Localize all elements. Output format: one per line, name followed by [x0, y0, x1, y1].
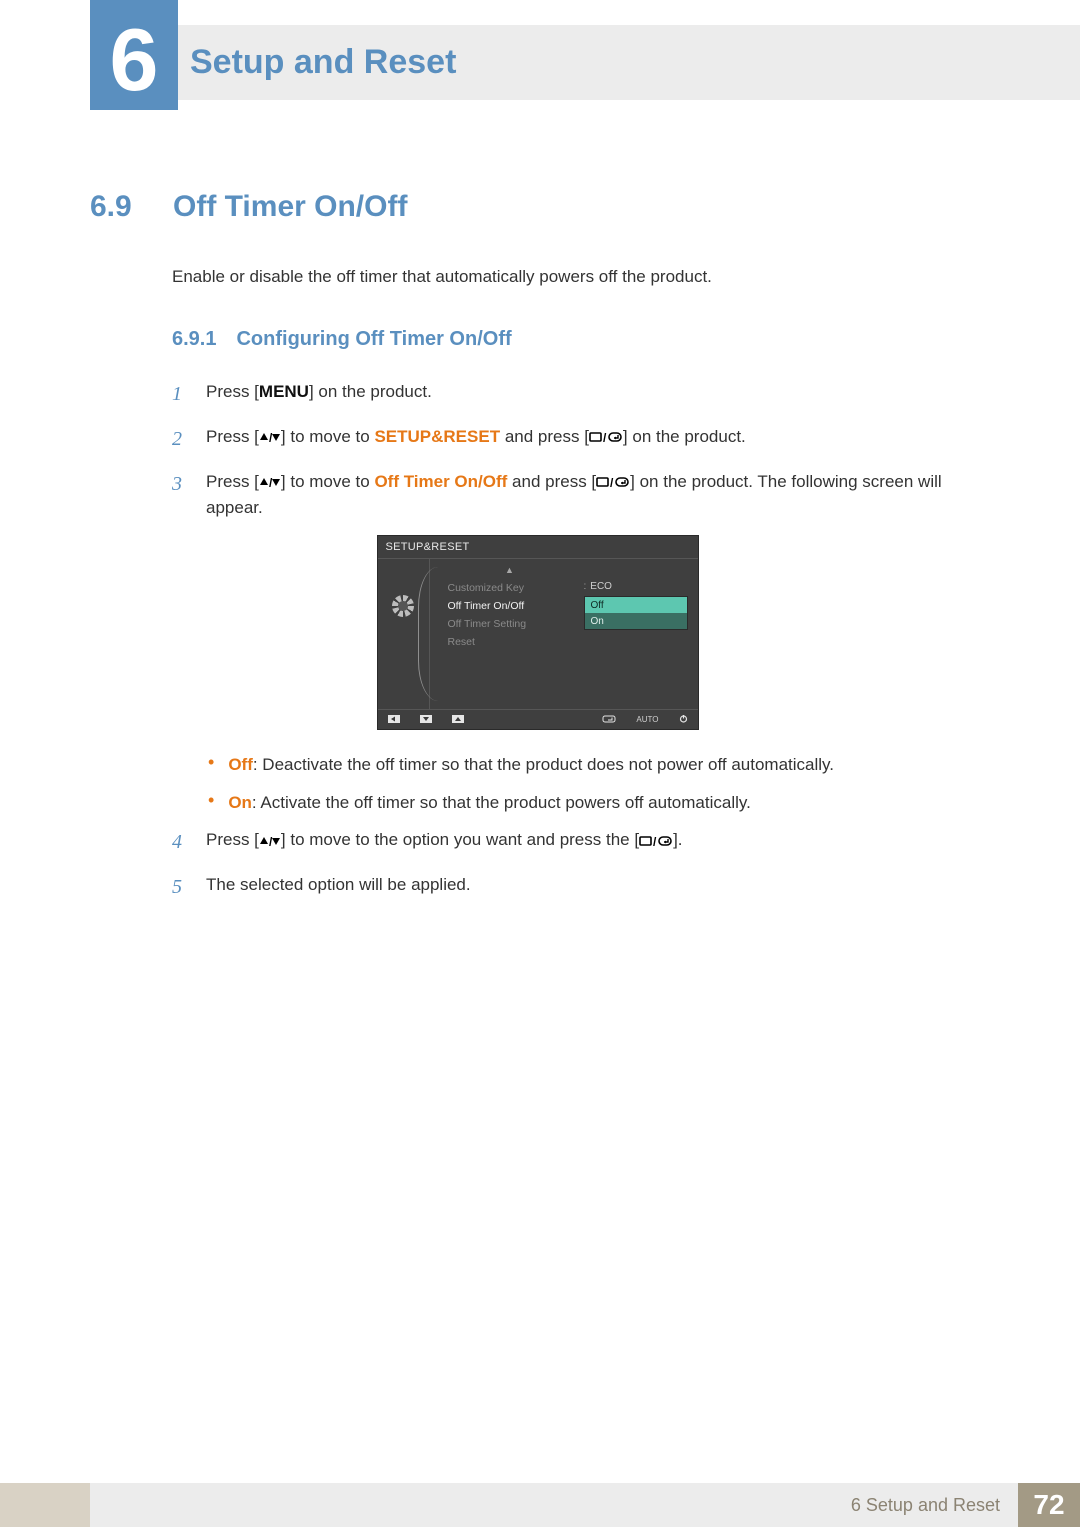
text: ]. [673, 830, 682, 849]
chapter-number-badge: 6 [90, 0, 178, 110]
osd-body: ▲ Customized Key Off Timer On/Off Off Ti… [378, 559, 698, 709]
section-intro: Enable or disable the off timer that aut… [172, 264, 985, 290]
text: ] to move to [281, 427, 375, 446]
step-3: 3 Press [ / ] to move to Off Timer On/Off … [172, 469, 985, 522]
section-heading: 6.9 Off Timer On/Off [90, 190, 985, 224]
osd-value-eco: :ECO [584, 581, 688, 592]
footer-label: 6 Setup and Reset [851, 1495, 1000, 1516]
svg-text:/: / [610, 476, 614, 489]
svg-text:/: / [269, 431, 273, 443]
osd-screenshot: SETUP&RESET ▲ Customized Key Off Timer O… [377, 535, 699, 730]
osd-menu: ▲ Customized Key Off Timer On/Off Off Ti… [430, 559, 580, 709]
source-enter-icon: / [639, 834, 673, 848]
step-number: 2 [172, 424, 188, 455]
text: ] on the product. [623, 427, 746, 446]
text: : Deactivate the off timer so that the p… [253, 755, 834, 774]
osd-item-off-timer-onoff: Off Timer On/Off [448, 597, 572, 615]
up-down-icon: / [259, 476, 281, 488]
bullet-on: • On: Activate the off timer so that the… [208, 790, 985, 816]
footer-bar: 6 Setup and Reset 72 [90, 1483, 1080, 1527]
bullet-text: Off: Deactivate the off timer so that th… [228, 752, 834, 778]
bullet-off: • Off: Deactivate the off timer so that … [208, 752, 985, 778]
menu-keyword: MENU [259, 382, 309, 401]
osd-nav-icons [388, 715, 464, 725]
source-enter-icon: / [596, 475, 630, 489]
osd-title: SETUP&RESET [378, 536, 698, 559]
osd-bottom-bar: AUTO [378, 709, 698, 729]
step-number: 1 [172, 379, 188, 410]
text: : Activate the off timer so that the pro… [252, 793, 751, 812]
step-text: Press [ / ] to move to Off Timer On/Off an… [206, 469, 985, 522]
up-icon [452, 715, 464, 725]
osd-action-icons: AUTO [602, 714, 687, 725]
step-text: Press [ / ] to move to SETUP&RESET and pre… [206, 424, 985, 455]
bullet-icon: • [208, 752, 214, 778]
scroll-up-icon: ▲ [448, 565, 572, 575]
section-number: 6.9 [90, 190, 145, 224]
osd-item-reset: Reset [448, 633, 572, 651]
page-content: 6.9 Off Timer On/Off Enable or disable t… [90, 190, 985, 917]
step-5: 5 The selected option will be applied. [172, 872, 985, 903]
svg-text:/: / [603, 431, 607, 444]
osd-option-off: Off [585, 597, 687, 613]
text: Press [ [206, 830, 259, 849]
subsection-title: Configuring Off Timer On/Off [236, 328, 511, 351]
gear-icon [392, 595, 414, 617]
osd-sidebar [378, 559, 430, 709]
step-number: 3 [172, 469, 188, 522]
text: and press [ [500, 427, 589, 446]
auto-label: AUTO [636, 715, 658, 724]
chapter-header: Setup and Reset [90, 25, 1080, 100]
step-text: Press [ / ] to move to the option you want… [206, 827, 985, 858]
source-enter-icon: / [589, 430, 623, 444]
off-keyword: Off [228, 755, 253, 774]
step-number: 4 [172, 827, 188, 858]
text: Press [ [206, 472, 259, 491]
osd-dropdown: Off On [584, 596, 688, 630]
step-4: 4 Press [ / ] to move to the option you wa… [172, 827, 985, 858]
osd-item-off-timer-setting: Off Timer Setting [448, 615, 572, 633]
bullet-icon: • [208, 790, 214, 816]
text: Press [ [206, 427, 259, 446]
chapter-title: Setup and Reset [190, 43, 456, 82]
text: and press [ [507, 472, 596, 491]
power-icon [679, 714, 688, 725]
page-number: 72 [1018, 1483, 1080, 1527]
svg-text:/: / [269, 835, 273, 847]
step-text: Press [MENU] on the product. [206, 379, 985, 410]
bullet-text: On: Activate the off timer so that the p… [228, 790, 751, 816]
text: Press [ [206, 382, 259, 401]
enter-icon [602, 715, 616, 725]
up-down-icon: / [259, 835, 281, 847]
step-2: 2 Press [ / ] to move to SETUP&RESET and p… [172, 424, 985, 455]
step-text: The selected option will be applied. [206, 872, 985, 903]
osd-item-customized-key: Customized Key [448, 579, 572, 597]
step-number: 5 [172, 872, 188, 903]
step-1: 1 Press [MENU] on the product. [172, 379, 985, 410]
on-keyword: On [228, 793, 252, 812]
text: ] on the product. [309, 382, 432, 401]
osd-option-on: On [585, 613, 687, 629]
setup-reset-keyword: SETUP&RESET [374, 427, 500, 446]
svg-text:/: / [653, 835, 657, 848]
osd-values: :ECO Off On [580, 559, 698, 709]
page-footer: 6 Setup and Reset 72 [0, 1483, 1080, 1527]
text: ] to move to [281, 472, 375, 491]
off-timer-keyword: Off Timer On/Off [374, 472, 507, 491]
svg-text:/: / [269, 476, 273, 488]
subsection-heading: 6.9.1 Configuring Off Timer On/Off [172, 328, 985, 351]
down-icon [420, 715, 432, 725]
footer-gutter [0, 1483, 90, 1527]
up-down-icon: / [259, 431, 281, 443]
text: ] to move to the option you want and pre… [281, 830, 639, 849]
subsection-number: 6.9.1 [172, 328, 216, 351]
back-icon [388, 715, 400, 725]
section-title: Off Timer On/Off [173, 190, 407, 224]
